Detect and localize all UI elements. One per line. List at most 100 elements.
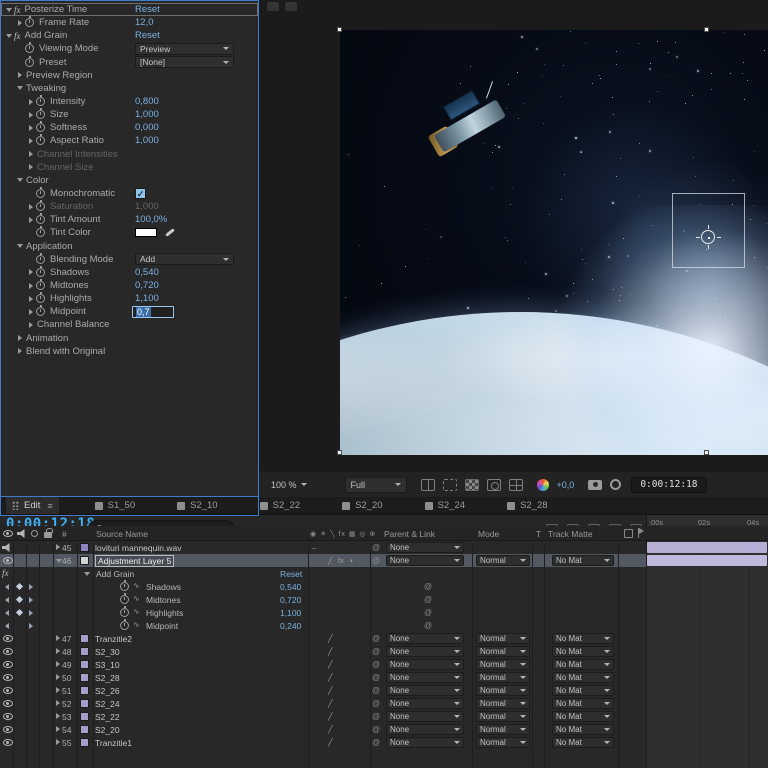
twirl-icon[interactable]: [26, 204, 36, 210]
effect-row-add-grain[interactable]: fxAdd GrainReset: [1, 29, 258, 42]
effect-row-size[interactable]: Size1,000: [1, 108, 258, 121]
resolution-menu[interactable]: Full: [345, 477, 407, 493]
effect-row-preset[interactable]: Preset[None]: [1, 56, 258, 69]
parent-link-dropdown[interactable]: None: [386, 711, 464, 722]
layer-name[interactable]: S3_10: [95, 660, 120, 670]
track-matte-dropdown[interactable]: No Mat: [552, 672, 614, 683]
visibility-eye-icon[interactable]: [3, 674, 13, 681]
parent-link-dropdown[interactable]: None: [386, 646, 464, 657]
property-value[interactable]: 1,000: [135, 201, 159, 212]
twirl-icon[interactable]: [26, 99, 36, 105]
visibility-eye-icon[interactable]: [3, 713, 13, 720]
twirl-icon[interactable]: [26, 151, 36, 157]
effect-param-row-highlights[interactable]: ∿Highlights1,100@: [0, 606, 768, 619]
column-number[interactable]: #: [62, 529, 67, 539]
effect-row-application[interactable]: Application: [1, 240, 258, 253]
pick-whip-icon[interactable]: @: [372, 647, 380, 656]
property-value[interactable]: 1,100: [135, 293, 159, 304]
blend-mode-dropdown[interactable]: Normal: [476, 646, 530, 657]
pick-whip-icon[interactable]: @: [372, 556, 380, 565]
stopwatch-icon[interactable]: [120, 595, 129, 604]
stopwatch-icon[interactable]: [36, 307, 45, 316]
layer-duration-bar[interactable]: [647, 542, 767, 553]
property-dropdown-preset[interactable]: [None]: [135, 56, 234, 68]
effect-param-row-shadows[interactable]: ∿Shadows0,540@: [0, 580, 768, 593]
effect-group-row[interactable]: fxAdd GrainReset: [0, 567, 768, 580]
effect-row-channel-intensities[interactable]: Channel Intensities: [1, 148, 258, 161]
stopwatch-icon[interactable]: [120, 608, 129, 617]
pick-whip-icon[interactable]: @: [372, 543, 380, 552]
visibility-eye-icon[interactable]: [3, 700, 13, 707]
stopwatch-icon[interactable]: [36, 189, 45, 198]
layer-twirl-icon[interactable]: [56, 700, 60, 706]
blend-mode-dropdown[interactable]: Normal: [476, 698, 530, 709]
parent-link-dropdown[interactable]: None: [386, 685, 464, 696]
layer-name[interactable]: S2_30: [95, 647, 120, 657]
twirl-icon[interactable]: [15, 72, 25, 78]
layer-duration-bar[interactable]: [647, 555, 767, 566]
twirl-icon[interactable]: [26, 164, 36, 170]
visibility-eye-icon[interactable]: [3, 648, 13, 655]
effect-param-row-midpoint[interactable]: ∿Midpoint0,240@: [0, 619, 768, 632]
stopwatch-icon[interactable]: [25, 18, 34, 27]
twirl-icon[interactable]: [15, 178, 25, 182]
pick-whip-icon[interactable]: @: [372, 738, 380, 747]
twirl-icon[interactable]: [26, 269, 36, 275]
layer-name[interactable]: S2_24: [95, 699, 120, 709]
grid-guides-icon[interactable]: [509, 479, 523, 491]
quality-switch[interactable]: ╱: [328, 712, 333, 721]
effect-row-blend-with-original[interactable]: Blend with Original: [1, 345, 258, 358]
twirl-icon[interactable]: [26, 296, 36, 302]
twirl-icon[interactable]: [15, 348, 25, 354]
column-track-matte[interactable]: Track Matte: [548, 529, 593, 539]
property-value[interactable]: 1,000: [135, 135, 159, 146]
blend-mode-dropdown[interactable]: Normal: [476, 633, 530, 644]
layer-row-50[interactable]: 50S2_28╱@NoneNormalNo Mat: [0, 671, 768, 684]
twirl-icon[interactable]: [15, 20, 25, 26]
column-t[interactable]: T: [536, 529, 541, 539]
layer-name[interactable]: S2_26: [95, 686, 120, 696]
reset-link[interactable]: Reset: [135, 30, 160, 41]
reset-link[interactable]: Reset: [135, 4, 160, 15]
pick-whip-icon[interactable]: @: [372, 725, 380, 734]
marker-flag-icon[interactable]: [637, 528, 645, 538]
selection-handle[interactable]: [704, 27, 709, 32]
layer-color-swatch[interactable]: [80, 699, 89, 708]
layer-color-swatch[interactable]: [80, 660, 89, 669]
pick-whip-icon[interactable]: @: [424, 582, 432, 591]
layer-color-swatch[interactable]: [80, 634, 89, 643]
color-management-icon[interactable]: [537, 479, 549, 491]
region-of-interest-icon[interactable]: [443, 479, 457, 491]
effect-twirl-icon[interactable]: [84, 572, 90, 576]
timeline-tab-s2-24[interactable]: S2_24: [419, 497, 471, 514]
layer-row-51[interactable]: 51S2_26╱@NoneNormalNo Mat: [0, 684, 768, 697]
effect-row-channel-balance[interactable]: Channel Balance: [1, 318, 258, 331]
preview-timecode[interactable]: 0:00:12:18: [631, 477, 706, 493]
twirl-icon[interactable]: [26, 217, 36, 223]
parent-link-dropdown[interactable]: None: [386, 555, 464, 566]
twirl-icon[interactable]: [26, 283, 36, 289]
twirl-icon[interactable]: [26, 112, 36, 118]
timeline-tab-s2-28[interactable]: S2_28: [501, 497, 553, 514]
quality-switch[interactable]: ╱: [328, 673, 333, 682]
property-value[interactable]: 1,000: [135, 109, 159, 120]
property-value[interactable]: 12,0: [135, 17, 154, 28]
effect-row-midtones[interactable]: Midtones0,720: [1, 279, 258, 292]
pick-whip-icon[interactable]: @: [372, 712, 380, 721]
layer-row-46[interactable]: 46Adjustment Layer 5╱fx◐@NoneNormalNo Ma…: [0, 554, 768, 567]
keyframe-diamond-icon[interactable]: [16, 596, 23, 603]
param-value[interactable]: 0,720: [280, 595, 301, 605]
prev-keyframe-icon[interactable]: [5, 597, 9, 603]
effect-row-intensity[interactable]: Intensity0,800: [1, 95, 258, 108]
keyframe-diamond-icon[interactable]: [16, 609, 23, 616]
quality-switch[interactable]: ╱: [328, 725, 333, 734]
effect-param-row-midtones[interactable]: ∿Midtones0,720@: [0, 593, 768, 606]
layer-color-swatch[interactable]: [80, 673, 89, 682]
column-source-name[interactable]: Source Name: [96, 529, 148, 539]
twirl-icon[interactable]: [4, 8, 14, 12]
layer-name[interactable]: Tranzitie1: [95, 738, 132, 748]
pick-whip-icon[interactable]: @: [372, 686, 380, 695]
timeline-tab-s1-50[interactable]: S1_50: [89, 497, 141, 514]
stopwatch-icon[interactable]: [36, 294, 45, 303]
layer-row-49[interactable]: 49S3_10╱@NoneNormalNo Mat: [0, 658, 768, 671]
